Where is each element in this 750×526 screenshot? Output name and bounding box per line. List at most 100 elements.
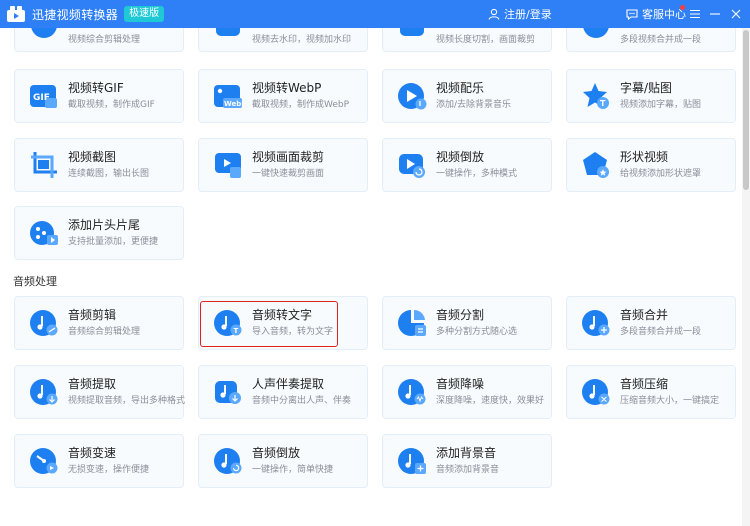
menu-button[interactable] bbox=[686, 0, 704, 28]
card-title: 添加片头片尾 bbox=[68, 218, 141, 232]
intro-outro-icon bbox=[29, 218, 59, 248]
card-title: 形状视频 bbox=[620, 150, 669, 164]
card-subtitle: 多段视频合并成一段 bbox=[620, 34, 702, 45]
app-logo-icon bbox=[6, 5, 26, 23]
card-title: 音频提取 bbox=[68, 377, 117, 391]
card-title: 音频转文字 bbox=[252, 308, 313, 322]
subtitle-sticker-card[interactable]: T 字幕/贴图 视频添加字幕，贴图 bbox=[566, 69, 736, 123]
minimize-icon bbox=[710, 13, 720, 15]
video-music-card[interactable]: 视频配乐 添加/去除背景音乐 bbox=[382, 69, 552, 123]
watermark-icon bbox=[213, 28, 243, 40]
close-icon bbox=[731, 9, 741, 19]
video-to-gif-card[interactable]: GIF 视频转GIF 截取视频，制作成GIF bbox=[14, 69, 184, 123]
video-watermark-card[interactable]: 视频去水印，视频加水印 bbox=[198, 28, 368, 52]
card-title: 音频合并 bbox=[620, 308, 669, 322]
audio-reverse-card[interactable]: 音频倒放 一键操作，简单快捷 bbox=[198, 434, 368, 488]
card-subtitle: 音频综合剪辑处理 bbox=[68, 327, 141, 337]
card-title: 视频配乐 bbox=[436, 81, 485, 95]
card-subtitle: 视频去水印，视频加水印 bbox=[252, 34, 352, 45]
card-subtitle: 截取视频，制作成GIF bbox=[68, 100, 155, 110]
video-crop-card[interactable]: 视频画面裁剪 一键快速裁剪画面 bbox=[198, 138, 368, 192]
card-subtitle: 音频添加背景音 bbox=[436, 465, 500, 475]
screenshot-icon bbox=[29, 150, 59, 180]
audio-merge-card[interactable]: 音频合并 多段音频合并成一段 bbox=[566, 296, 736, 350]
card-title: 视频转WebP bbox=[252, 81, 322, 95]
vocal-extract-icon bbox=[213, 377, 243, 407]
minimize-button[interactable] bbox=[706, 0, 724, 28]
shape-icon bbox=[581, 150, 611, 180]
vocal-extract-card[interactable]: 人声伴奏提取 音频中分离出人声、伴奏 bbox=[198, 365, 368, 419]
chat-bubble-icon bbox=[626, 9, 638, 20]
card-subtitle: 连续截图，输出长图 bbox=[68, 169, 150, 179]
add-bgm-card[interactable]: 添加背景音 音频添加背景音 bbox=[382, 434, 552, 488]
main-content: 视频综合剪辑处理 视频去水印，视频加水印 视频长度切割，画面裁剪 多段视频合并成… bbox=[0, 28, 750, 526]
card-title: 音频变速 bbox=[68, 446, 117, 460]
card-subtitle: 视频提取音频，导出多种格式 bbox=[68, 396, 186, 406]
card-subtitle: 支持批量添加，更便捷 bbox=[68, 237, 159, 247]
video-merge-card[interactable]: 多段视频合并成一段 bbox=[566, 28, 736, 52]
audio-edit-icon bbox=[29, 308, 59, 338]
audio-to-text-icon: T bbox=[213, 308, 243, 338]
login-register-button[interactable]: 注册/登录 bbox=[488, 0, 552, 28]
audio-extract-icon bbox=[29, 377, 59, 407]
card-title: 添加背景音 bbox=[436, 446, 497, 460]
scrollbar-thumb[interactable] bbox=[743, 30, 749, 190]
card-title: 音频压缩 bbox=[620, 377, 669, 391]
svg-text:WebP: WebP bbox=[224, 100, 243, 108]
card-subtitle: 无损变速，操作便捷 bbox=[68, 465, 150, 475]
video-edit-icon bbox=[29, 28, 59, 40]
intro-outro-card[interactable]: 添加片头片尾 支持批量添加，更便捷 bbox=[14, 206, 184, 260]
speed-edition-badge: 极速版 bbox=[124, 6, 165, 22]
card-subtitle: 多段音频合并成一段 bbox=[620, 327, 702, 337]
svg-text:GIF: GIF bbox=[33, 93, 50, 103]
audio-compress-card[interactable]: 音频压缩 压缩音频大小，一键搞定 bbox=[566, 365, 736, 419]
audio-denoise-card[interactable]: 音频降噪 深度降噪，速度快，效果好 bbox=[382, 365, 552, 419]
audio-to-text-card[interactable]: T 音频转文字 导入音频，转为文字 bbox=[198, 296, 368, 350]
video-merge-icon bbox=[581, 28, 611, 40]
close-button[interactable] bbox=[727, 0, 745, 28]
card-subtitle: 压缩音频大小，一键搞定 bbox=[620, 396, 720, 406]
login-label: 注册/登录 bbox=[504, 8, 552, 21]
card-subtitle: 截取视频，制作成WebP bbox=[252, 100, 350, 110]
card-subtitle: 音频中分离出人声、伴奏 bbox=[252, 396, 352, 406]
card-subtitle: 一键快速裁剪画面 bbox=[252, 169, 325, 179]
svg-text:T: T bbox=[600, 99, 606, 108]
hamburger-icon bbox=[690, 9, 700, 19]
card-title: 视频倒放 bbox=[436, 150, 485, 164]
audio-extract-card[interactable]: 音频提取 视频提取音频，导出多种格式 bbox=[14, 365, 186, 419]
audio-merge-icon bbox=[581, 308, 611, 338]
card-subtitle: 一键操作，简单快捷 bbox=[252, 465, 334, 475]
crop-icon bbox=[213, 150, 243, 180]
video-to-webp-card[interactable]: WebP 视频转WebP 截取视频，制作成WebP bbox=[198, 69, 368, 123]
video-screenshot-card[interactable]: 视频截图 连续截图，输出长图 bbox=[14, 138, 184, 192]
card-title: 人声伴奏提取 bbox=[252, 377, 325, 391]
card-subtitle: 视频添加字幕，贴图 bbox=[620, 100, 702, 110]
video-cut-icon bbox=[397, 28, 427, 40]
card-subtitle: 给视频添加形状遮罩 bbox=[620, 169, 702, 179]
card-title: 音频剪辑 bbox=[68, 308, 117, 322]
music-icon bbox=[397, 81, 427, 111]
audio-split-icon bbox=[397, 308, 427, 338]
audio-speed-icon bbox=[29, 446, 59, 476]
card-title: 视频画面裁剪 bbox=[252, 150, 325, 164]
denoise-icon bbox=[397, 377, 427, 407]
card-subtitle: 视频长度切割，画面裁剪 bbox=[436, 34, 536, 45]
svg-text:T: T bbox=[234, 327, 239, 335]
card-title: 视频截图 bbox=[68, 150, 117, 164]
user-icon bbox=[488, 8, 500, 20]
audio-speed-card[interactable]: 音频变速 无损变速，操作便捷 bbox=[14, 434, 184, 488]
card-title: 音频分割 bbox=[436, 308, 485, 322]
audio-edit-card[interactable]: 音频剪辑 音频综合剪辑处理 bbox=[14, 296, 184, 350]
gif-icon: GIF bbox=[29, 81, 59, 111]
audio-split-card[interactable]: 音频分割 多种分割方式随心选 bbox=[382, 296, 552, 350]
audio-reverse-icon bbox=[213, 446, 243, 476]
shape-video-card[interactable]: 形状视频 给视频添加形状遮罩 bbox=[566, 138, 736, 192]
audio-section-title: 音频处理 bbox=[13, 275, 57, 288]
customer-service-button[interactable]: 客服中心 bbox=[626, 0, 686, 28]
card-subtitle: 添加/去除背景音乐 bbox=[436, 100, 512, 110]
card-title: 音频降噪 bbox=[436, 377, 485, 391]
video-edit-card[interactable]: 视频综合剪辑处理 bbox=[14, 28, 184, 52]
video-reverse-card[interactable]: 视频倒放 一键操作，多种模式 bbox=[382, 138, 552, 192]
video-cut-card[interactable]: 视频长度切割，画面裁剪 bbox=[382, 28, 552, 52]
scrollbar[interactable] bbox=[742, 28, 750, 526]
